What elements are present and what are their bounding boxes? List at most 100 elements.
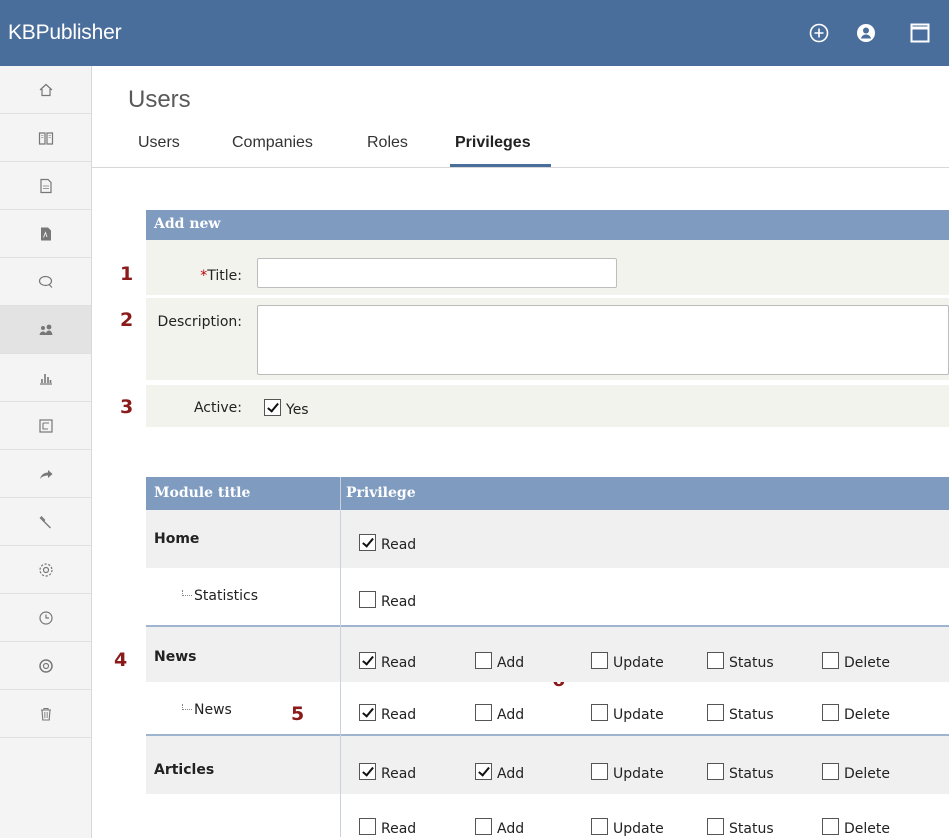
sidebar-item-export[interactable] [0, 450, 91, 498]
help-lifebuoy-icon [38, 658, 53, 673]
users-icon [39, 324, 52, 335]
perm-update[interactable]: Update [591, 816, 664, 837]
table-row: News Read Add Update Status Delete [146, 682, 949, 734]
perm-label: Read [381, 593, 417, 610]
perm-label: Read [381, 706, 417, 723]
perm-read[interactable]: Read [359, 702, 417, 723]
sidebar-item-files[interactable] [0, 162, 91, 210]
share-arrow-icon [39, 469, 52, 479]
perm-add[interactable]: Add [475, 816, 525, 837]
tab-companies[interactable]: Companies [232, 134, 313, 152]
perm-status[interactable]: Status [707, 702, 774, 723]
form-header: Add new [146, 210, 949, 240]
table-row: Read Add Update Status Delete [146, 794, 949, 838]
sidebar-item-help[interactable] [0, 642, 91, 690]
status-checkbox[interactable] [707, 652, 724, 669]
read-checkbox[interactable] [359, 652, 376, 669]
top-bar: KBPublisher [0, 0, 949, 66]
perm-delete[interactable]: Delete [822, 761, 890, 782]
read-checkbox[interactable] [359, 818, 376, 835]
add-checkbox[interactable] [475, 652, 492, 669]
module-name: Home [154, 531, 200, 547]
title-input[interactable] [257, 258, 617, 288]
clock-icon [38, 610, 53, 625]
perm-read[interactable]: Read [359, 650, 416, 671]
sidebar-item-logs[interactable] [0, 594, 91, 642]
status-checkbox[interactable] [707, 818, 724, 835]
delete-checkbox[interactable] [822, 763, 839, 780]
tab-privileges[interactable]: Privileges [455, 134, 531, 152]
gear-icon [38, 562, 53, 577]
col-module-title: Module title [154, 485, 251, 501]
read-checkbox[interactable] [359, 763, 376, 780]
perm-add[interactable]: Add [475, 761, 524, 782]
status-checkbox[interactable] [707, 763, 724, 780]
read-checkbox[interactable] [359, 534, 376, 551]
sidebar-item-import[interactable] [0, 402, 91, 450]
sidebar-item-settings[interactable] [0, 546, 91, 594]
module-name: Articles [154, 762, 215, 778]
tree-connector [182, 590, 192, 596]
perm-delete[interactable]: Delete [822, 650, 890, 671]
sidebar-item-tools[interactable] [0, 498, 91, 546]
status-checkbox[interactable] [707, 704, 724, 721]
perm-delete[interactable]: Delete [822, 702, 890, 723]
sidebar-item-feedback[interactable] [0, 258, 91, 306]
document-icon [39, 178, 52, 193]
perm-read[interactable]: Read [359, 761, 417, 782]
add-circle-icon[interactable] [808, 22, 830, 44]
perm-label: Update [613, 765, 664, 782]
delete-checkbox[interactable] [822, 704, 839, 721]
add-checkbox[interactable] [475, 704, 492, 721]
sidebar-item-trash[interactable] [0, 690, 91, 738]
read-checkbox[interactable] [359, 591, 376, 608]
app-title[interactable]: KBPublisher [8, 21, 122, 45]
add-checkbox[interactable] [475, 763, 492, 780]
perm-label: Update [613, 820, 664, 837]
window-icon[interactable] [909, 22, 931, 44]
perm-status[interactable]: Status [707, 650, 774, 671]
sidebar-item-home[interactable] [0, 66, 91, 114]
tab-users[interactable]: Users [138, 134, 180, 152]
delete-checkbox[interactable] [822, 818, 839, 835]
sidebar-item-reports[interactable] [0, 354, 91, 402]
active-checkbox[interactable] [264, 399, 281, 416]
active-checkbox-group: Yes [264, 397, 309, 418]
update-checkbox[interactable] [591, 704, 608, 721]
perm-read[interactable]: Read [359, 532, 416, 553]
update-checkbox[interactable] [591, 763, 608, 780]
perm-update[interactable]: Update [591, 702, 664, 723]
perm-add[interactable]: Add [475, 702, 524, 723]
delete-checkbox[interactable] [822, 652, 839, 669]
perm-status[interactable]: Status [707, 761, 774, 782]
column-divider [340, 477, 341, 837]
perm-status[interactable]: Status [707, 816, 774, 837]
title-label: *Title: [146, 268, 242, 284]
description-row: Description: [146, 298, 949, 380]
title-label-text: Title: [207, 268, 242, 284]
perm-update[interactable]: Update [591, 761, 664, 782]
book-icon [38, 131, 53, 145]
perm-label: Status [729, 765, 774, 782]
perm-delete[interactable]: Delete [822, 816, 890, 837]
perm-read[interactable]: Read [359, 816, 416, 837]
perm-label: Read [381, 765, 417, 782]
perm-add[interactable]: Add [475, 650, 524, 671]
tab-roles[interactable]: Roles [367, 134, 408, 152]
perm-update[interactable]: Update [591, 650, 664, 671]
perm-label: Add [497, 820, 525, 837]
title-row: *Title: [146, 240, 949, 295]
add-checkbox[interactable] [475, 818, 492, 835]
sidebar-item-knowledgebase[interactable] [0, 114, 91, 162]
perm-label: Update [613, 654, 664, 671]
description-textarea[interactable] [257, 305, 949, 375]
import-icon [38, 418, 53, 433]
update-checkbox[interactable] [591, 652, 608, 669]
perm-read[interactable]: Read [359, 589, 417, 610]
read-checkbox[interactable] [359, 704, 376, 721]
sidebar-item-users[interactable] [0, 306, 91, 354]
sidebar-item-pdf[interactable] [0, 210, 91, 258]
update-checkbox[interactable] [591, 818, 608, 835]
user-circle-icon[interactable] [855, 22, 877, 44]
active-row: Active: Yes [146, 385, 949, 427]
